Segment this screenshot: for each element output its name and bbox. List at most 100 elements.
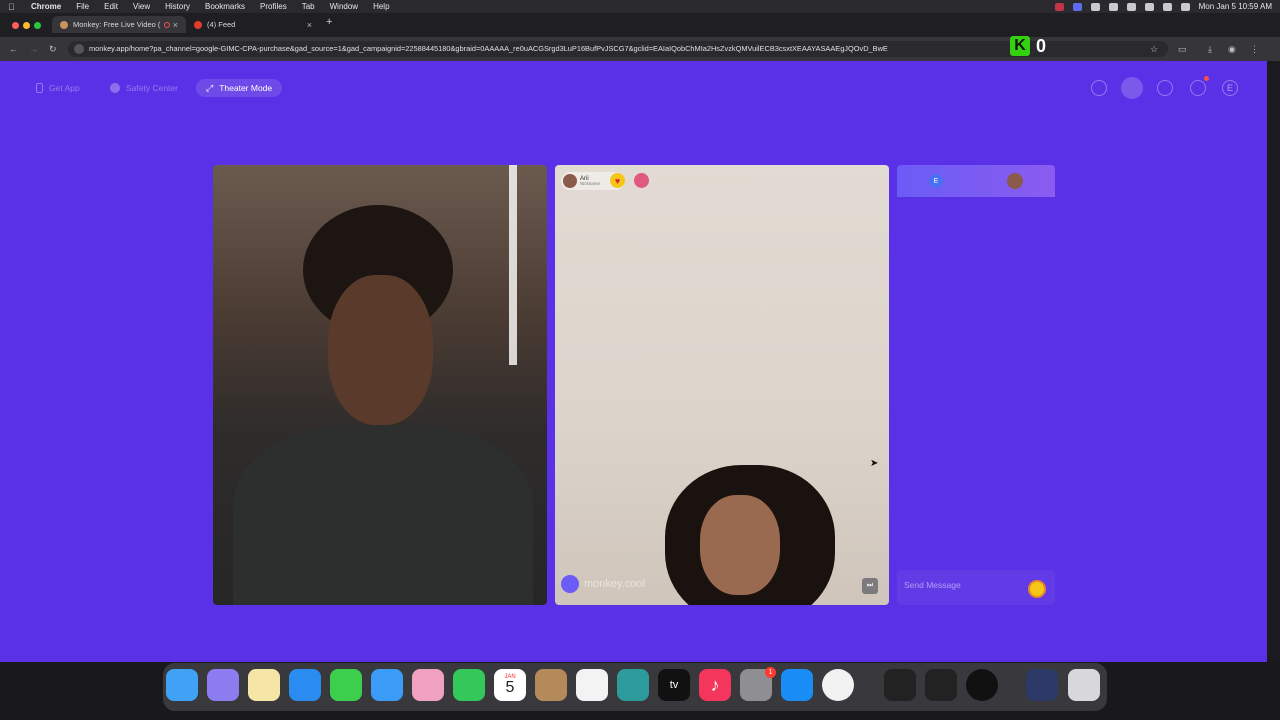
new-tab-icon[interactable]: + — [326, 16, 332, 28]
moon-icon[interactable] — [1108, 2, 1118, 11]
apple-icon[interactable]:  — [8, 2, 17, 12]
menu-kebab-icon[interactable]: ⋮ — [1250, 44, 1259, 55]
chat-header: E — [897, 165, 1055, 197]
remote-subtitle: Nickname — [580, 180, 601, 186]
menu-bookmarks[interactable]: Bookmarks — [205, 2, 245, 11]
apple-tv-icon[interactable]: tv — [658, 669, 690, 701]
chat-placeholder: Send Message — [904, 580, 961, 590]
screen-icon[interactable] — [1072, 2, 1082, 11]
search-icon[interactable] — [1162, 2, 1172, 11]
score-value: 0 — [1036, 35, 1047, 56]
sticker-icon[interactable] — [634, 173, 649, 188]
calendar-day: 5 — [505, 679, 515, 696]
gift-icon[interactable] — [1028, 580, 1046, 598]
menu-profiles[interactable]: Profiles — [260, 2, 287, 11]
status-items: Mon Jan 5 10:59 AM — [1054, 2, 1272, 11]
monkey-favicon-icon — [60, 20, 68, 29]
calendar-icon[interactable]: JAN 5 — [494, 669, 526, 701]
profile-avatar[interactable]: E — [1222, 80, 1238, 96]
menu-edit[interactable]: Edit — [104, 2, 118, 11]
chat-panel: E Send Message — [897, 165, 1055, 605]
close-window-icon[interactable] — [12, 22, 19, 29]
trash-icon[interactable] — [1068, 669, 1100, 701]
menu-help[interactable]: Help — [373, 2, 389, 11]
screen-window-icon[interactable] — [1026, 669, 1058, 701]
get-app-button[interactable]: Get App — [36, 79, 80, 97]
settings-badge: 1 — [765, 667, 776, 678]
reload-icon[interactable]: ↻ — [49, 44, 57, 55]
menu-window[interactable]: Window — [330, 2, 358, 11]
menu-tab[interactable]: Tab — [302, 2, 315, 11]
download-icon[interactable]: ⤓ — [1208, 44, 1212, 55]
expand-icon: ⤢ — [206, 82, 214, 93]
close-tab-icon[interactable]: × — [307, 20, 312, 30]
url-text[interactable]: monkey.app/home?pa_channel=google-GIMC-C… — [89, 44, 994, 53]
menu-app-name[interactable]: Chrome — [31, 2, 61, 11]
mail-icon[interactable] — [371, 669, 403, 701]
recording-icon — [164, 21, 171, 28]
reminders-icon[interactable] — [576, 669, 608, 701]
crown-icon[interactable] — [1121, 77, 1143, 99]
obs-icon[interactable] — [966, 669, 998, 701]
profile-icon[interactable]: ◉ — [1228, 44, 1236, 55]
menu-file[interactable]: File — [76, 2, 89, 11]
monkey-logo-icon — [561, 575, 579, 593]
back-icon[interactable]: ← — [9, 44, 18, 54]
finder-icon[interactable] — [166, 669, 198, 701]
tv-label: tv — [669, 679, 679, 691]
skip-icon[interactable]: ⏭ — [862, 578, 878, 594]
bookmark-star-icon[interactable]: ☆ — [1150, 44, 1158, 55]
heart-icon[interactable]: ♥ — [610, 173, 625, 188]
theater-mode-button[interactable]: ⤢ Theater Mode — [196, 79, 283, 97]
control-icon[interactable] — [1090, 2, 1100, 11]
keyboard-icon[interactable] — [1126, 2, 1136, 11]
notes-icon[interactable] — [248, 669, 280, 701]
search-icon[interactable] — [1091, 80, 1107, 96]
forward-icon[interactable]: → — [29, 44, 38, 54]
kick-logo: K — [1010, 36, 1030, 56]
tab-title: Monkey: Free Live Video ( — [73, 20, 161, 29]
tab-monkey[interactable]: Monkey: Free Live Video ( × — [52, 16, 186, 33]
safety-center-label: Safety Center — [126, 83, 178, 93]
tab-title: (4) Feed — [207, 20, 236, 29]
partner-avatar[interactable] — [1007, 173, 1023, 189]
site-info-icon[interactable] — [74, 44, 84, 54]
messages-icon[interactable] — [1190, 80, 1206, 96]
app-triangle-2-icon[interactable] — [925, 669, 957, 701]
contacts-icon[interactable] — [535, 669, 567, 701]
safety-center-button[interactable]: Safety Center — [110, 79, 178, 97]
notification-dot — [1204, 76, 1209, 81]
clock[interactable]: Mon Jan 5 10:59 AM — [1199, 2, 1272, 11]
app-triangle-1-icon[interactable] — [884, 669, 916, 701]
app-store-icon[interactable] — [781, 669, 813, 701]
history-icon[interactable] — [1157, 80, 1173, 96]
minimize-window-icon[interactable] — [23, 22, 30, 29]
remote-video: Arii Nickname ♥ monkey.cool ⏭ — [555, 165, 889, 605]
freeform-icon[interactable] — [617, 669, 649, 701]
safari-icon[interactable] — [289, 669, 321, 701]
mouse-cursor-icon: ➤ — [870, 458, 879, 469]
record-icon[interactable] — [1054, 2, 1064, 11]
self-avatar[interactable]: E — [929, 174, 943, 188]
menu-history[interactable]: History — [165, 2, 190, 11]
local-video — [213, 165, 547, 605]
messages-app-icon[interactable] — [330, 669, 362, 701]
chrome-icon[interactable] — [822, 669, 854, 701]
controlcenter-icon[interactable] — [1180, 2, 1190, 11]
facetime-icon[interactable] — [453, 669, 485, 701]
photos-icon[interactable] — [412, 669, 444, 701]
fullscreen-window-icon[interactable] — [34, 22, 41, 29]
launchpad-icon[interactable] — [207, 669, 239, 701]
close-tab-icon[interactable]: × — [173, 20, 178, 30]
light-strip — [509, 165, 517, 365]
phone-icon — [36, 83, 43, 93]
shield-icon — [110, 83, 120, 93]
wifi-icon[interactable] — [1144, 2, 1154, 11]
music-icon[interactable]: ♪ — [699, 669, 731, 701]
tab-search-icon[interactable]: ▭ — [1178, 44, 1187, 55]
menu-view[interactable]: View — [133, 2, 150, 11]
chat-input[interactable]: Send Message — [897, 570, 1055, 605]
tab-feed[interactable]: (4) Feed × — [186, 16, 320, 33]
remote-face-shape — [700, 495, 780, 595]
score-overlay: K 0 — [1010, 34, 1054, 58]
